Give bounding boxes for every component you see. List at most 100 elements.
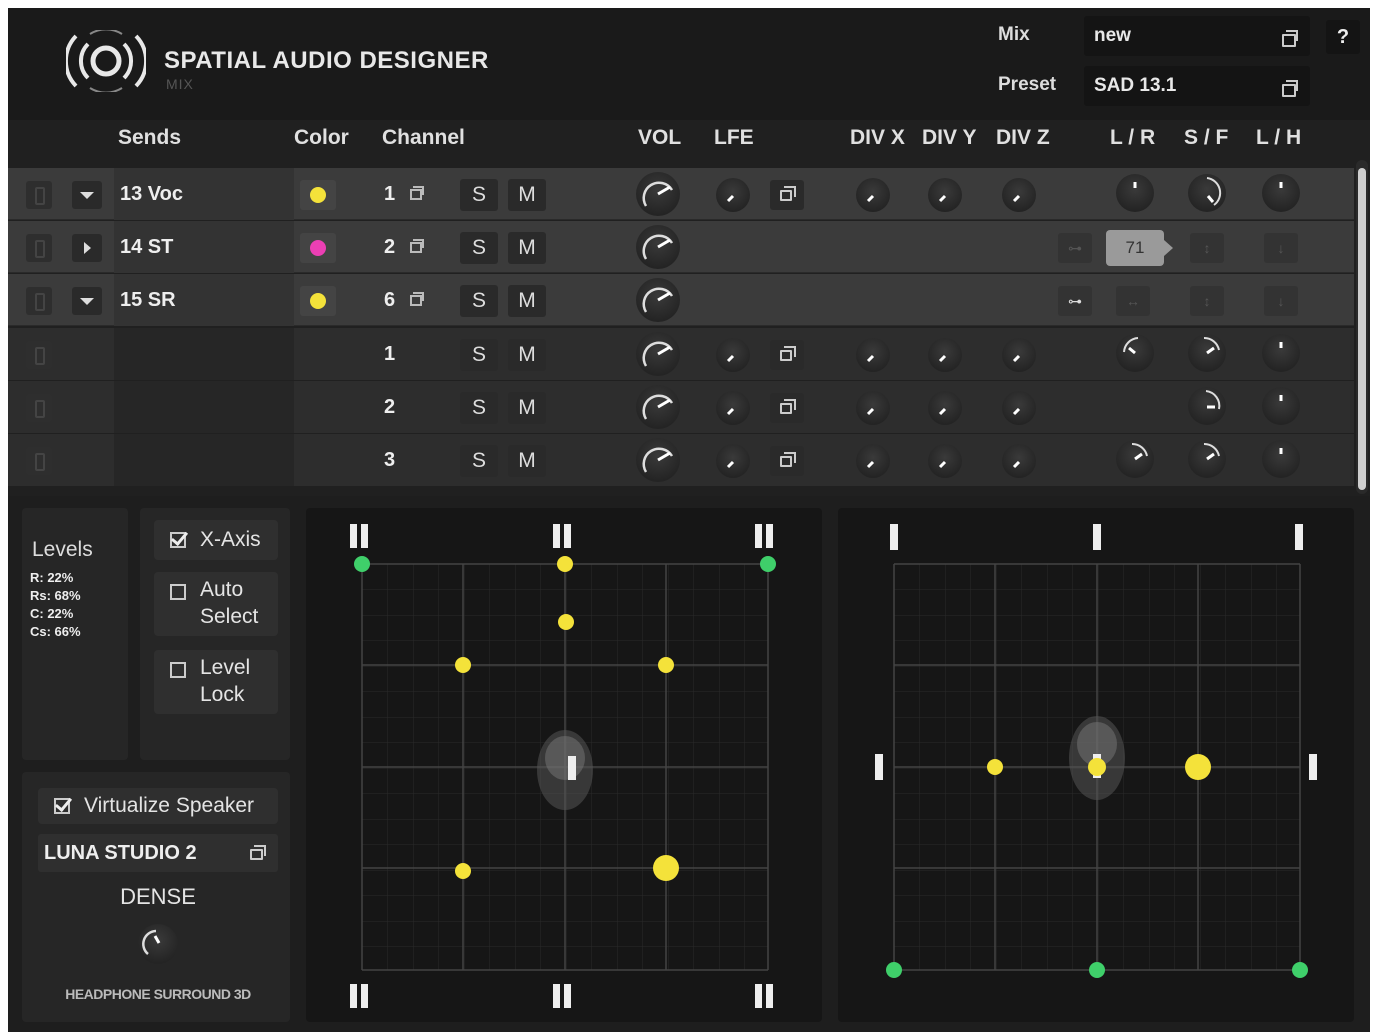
channel-number: 3 [384,449,396,471]
lfe-knob[interactable] [716,444,750,478]
x-axis-toggle[interactable]: X-Axis [154,520,278,560]
mute-button[interactable]: M [508,392,546,424]
div-y-knob[interactable] [928,391,962,425]
div-z-knob[interactable] [1002,338,1036,372]
drag-handle[interactable] [26,341,52,369]
mute-button[interactable]: M [508,339,546,371]
div-y-knob[interactable] [928,338,962,372]
preset-field[interactable]: SAD 13.1 [1084,66,1310,106]
speaker-selector[interactable]: LUNA STUDIO 2 [38,834,278,872]
drag-handle[interactable] [26,447,52,475]
front-view-pad[interactable] [838,508,1354,1022]
help-button[interactable]: ? [1326,20,1360,54]
sf-knob[interactable] [1188,174,1226,212]
link-button[interactable]: ⊶ [1058,286,1092,316]
mix-copy-icon[interactable] [1282,30,1298,47]
lh-knob[interactable] [1262,387,1300,425]
expand-toggle[interactable] [72,287,102,315]
channel-copy-icon[interactable] [410,186,424,200]
send-name[interactable]: 15 SR [120,289,176,312]
vol-knob[interactable] [636,278,680,322]
div-x-knob[interactable] [856,444,890,478]
solo-button[interactable]: S [460,445,498,477]
div-x-knob[interactable] [856,178,890,212]
copy-icon [780,186,796,201]
lh-knob[interactable] [1262,334,1300,372]
checkbox-checked-icon [170,532,186,548]
solo-button[interactable]: S [460,339,498,371]
expand-toggle[interactable] [72,181,102,209]
color-swatch[interactable] [300,233,336,263]
lh-arrow-icon[interactable]: ↓ [1264,286,1298,316]
lfe-knob[interactable] [716,391,750,425]
lh-knob[interactable] [1262,174,1300,212]
vol-knob[interactable] [636,438,680,482]
mode-label: DENSE [120,884,196,909]
div-y-knob[interactable] [928,178,962,212]
div-x-knob[interactable] [856,391,890,425]
front-view-grid[interactable] [838,508,1354,1022]
mute-button[interactable]: M [508,179,546,211]
drag-handle[interactable] [26,394,52,422]
lfe-copy-button[interactable] [770,180,804,210]
drag-handle[interactable] [26,287,52,315]
link-button[interactable]: ⊶ [1058,233,1092,263]
div-z-knob[interactable] [1002,444,1036,478]
mix-field[interactable]: new [1084,16,1310,56]
preset-copy-icon[interactable] [1282,80,1298,97]
color-swatch[interactable] [300,286,336,316]
lh-arrow-icon[interactable]: ↓ [1264,233,1298,263]
mode-knob[interactable] [138,924,178,964]
virtualize-toggle[interactable]: Virtualize Speaker [38,788,278,824]
vol-knob[interactable] [636,172,680,216]
speaker-name: LUNA STUDIO 2 [44,842,197,864]
lfe-copy-button[interactable] [770,393,804,423]
div-y-knob[interactable] [928,444,962,478]
vol-knob[interactable] [636,385,680,429]
sf-knob[interactable] [1188,387,1226,425]
channel-copy-icon[interactable] [410,292,424,306]
lr-knob[interactable] [1116,334,1154,372]
sf-knob[interactable] [1188,334,1226,372]
lfe-knob[interactable] [716,178,750,212]
div-z-knob[interactable] [1002,391,1036,425]
lr-knob[interactable] [1116,174,1154,212]
logo-icon [66,30,146,92]
div-x-knob[interactable] [856,338,890,372]
drag-handle[interactable] [26,181,52,209]
expand-toggle[interactable] [72,234,102,262]
mix-value: new [1094,25,1131,46]
solo-button[interactable]: S [460,392,498,424]
level-lock-toggle[interactable]: Level Lock [154,650,278,714]
channel-copy-icon[interactable] [410,239,424,253]
sf-arrow-icon[interactable]: ↕ [1190,286,1224,316]
sf-knob[interactable] [1188,440,1226,478]
solo-button[interactable]: S [460,179,498,211]
lh-knob[interactable] [1262,440,1300,478]
color-swatch[interactable] [300,180,336,210]
lfe-copy-button[interactable] [770,446,804,476]
mute-button[interactable]: M [508,232,546,264]
lfe-copy-button[interactable] [770,340,804,370]
mute-button[interactable]: M [508,285,546,317]
top-view-pad[interactable] [306,508,822,1022]
scrollbar-thumb[interactable] [1358,168,1366,490]
drag-handle[interactable] [26,234,52,262]
top-view-grid[interactable] [306,508,822,1022]
mute-button[interactable]: M [508,445,546,477]
speaker-copy-icon[interactable] [250,845,266,860]
col-lr: L / R [1110,126,1156,149]
vol-knob[interactable] [636,225,680,269]
channel-number: 1 [384,343,396,365]
solo-button[interactable]: S [460,285,498,317]
auto-select-toggle[interactable]: Auto Select [154,572,278,636]
lr-knob[interactable] [1116,440,1154,478]
send-name[interactable]: 14 ST [120,236,173,259]
lfe-knob[interactable] [716,338,750,372]
lr-arrow-icon[interactable]: ↔ [1116,286,1150,316]
div-z-knob[interactable] [1002,178,1036,212]
solo-button[interactable]: S [460,232,498,264]
send-name[interactable]: 13 Voc [120,183,183,206]
sf-arrow-icon[interactable]: ↕ [1190,233,1224,263]
vol-knob[interactable] [636,332,680,376]
